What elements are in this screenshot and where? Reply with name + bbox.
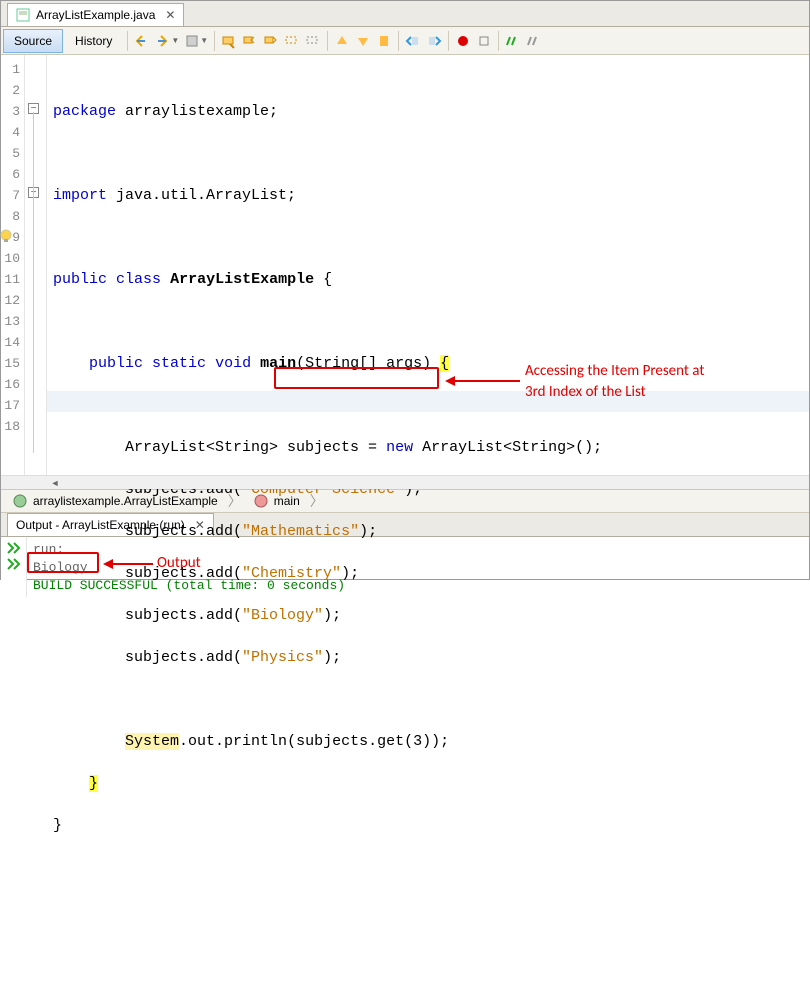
comment-icon[interactable] <box>503 31 523 51</box>
code-text: ; <box>440 733 449 750</box>
line-number: 14 <box>1 332 20 353</box>
refresh-icon[interactable] <box>182 31 202 51</box>
keyword: package <box>53 103 116 120</box>
mark-icon[interactable] <box>303 31 323 51</box>
code-text: ArrayList<String> subjects = <box>125 439 386 456</box>
brace-highlight: { <box>440 355 449 372</box>
next-bookmark-icon[interactable] <box>353 31 373 51</box>
find-icon[interactable] <box>219 31 239 51</box>
find-prev-icon[interactable] <box>240 31 260 51</box>
arrow-icon <box>103 557 153 571</box>
line-number: 17 <box>1 395 20 416</box>
line-number: 13 <box>1 311 20 332</box>
separator <box>398 31 399 51</box>
history-button[interactable]: History <box>64 29 123 53</box>
fold-gutter: − − <box>25 55 47 475</box>
line-number: 9 <box>1 227 20 248</box>
editor-toolbar: Source History ▼ ▼ <box>1 27 809 55</box>
keyword: public <box>53 271 107 288</box>
line-number: 3 <box>1 101 20 122</box>
string-literal: "Biology" <box>242 607 323 624</box>
code-area[interactable]: package arraylistexample; import java.ut… <box>47 55 809 475</box>
code-text: (subjects.get(3)) <box>287 733 440 750</box>
find-next-icon[interactable] <box>261 31 281 51</box>
dropdown-icon[interactable]: ▼ <box>171 36 179 45</box>
source-button[interactable]: Source <box>3 29 63 53</box>
keyword: void <box>215 355 251 372</box>
scroll-left-icon[interactable]: ◄ <box>47 476 63 490</box>
code-text: java.util.ArrayList; <box>107 187 296 204</box>
shift-left-icon[interactable] <box>403 31 423 51</box>
string-literal: "Physics" <box>242 649 323 666</box>
line-number: 11 <box>1 269 20 290</box>
dropdown-icon[interactable]: ▼ <box>200 36 208 45</box>
annotation-label: Accessing the Item Present at 3rd Index … <box>525 361 704 403</box>
file-tab-label: ArrayListExample.java <box>36 8 155 22</box>
prev-bookmark-icon[interactable] <box>332 31 352 51</box>
line-number: 6 <box>1 164 20 185</box>
line-number: 1 <box>1 59 20 80</box>
file-tab[interactable]: ArrayListExample.java ✕ <box>7 3 184 26</box>
stop-macro-icon[interactable] <box>474 31 494 51</box>
code-editor[interactable]: 1 2 3 4 5 6 7 8 9 10 11 12 13 14 15 16 1… <box>1 55 809 475</box>
fold-line <box>33 112 34 453</box>
code-text: .out.println <box>179 733 287 750</box>
line-gutter: 1 2 3 4 5 6 7 8 9 10 11 12 13 14 15 16 1… <box>1 55 25 475</box>
arrow-icon <box>445 374 520 388</box>
java-file-icon <box>16 8 30 22</box>
output-gutter <box>1 537 27 597</box>
code-text: (String[] args) <box>296 355 440 372</box>
shift-right-icon[interactable] <box>424 31 444 51</box>
run-icon[interactable] <box>6 541 22 555</box>
brace-highlight: } <box>89 775 98 792</box>
record-macro-icon[interactable] <box>453 31 473 51</box>
line-number: 2 <box>1 80 20 101</box>
code-text: System <box>125 733 179 750</box>
lightbulb-icon[interactable] <box>0 229 13 243</box>
line-number: 10 <box>1 248 20 269</box>
separator <box>327 31 328 51</box>
line-number: 15 <box>1 353 20 374</box>
line-number: 5 <box>1 143 20 164</box>
keyword: import <box>53 187 107 204</box>
close-icon[interactable]: ✕ <box>165 8 175 22</box>
line-number: 18 <box>1 416 20 437</box>
highlight-icon[interactable] <box>282 31 302 51</box>
line-number: 12 <box>1 290 20 311</box>
line-number: 16 <box>1 374 20 395</box>
code-text: ); <box>323 649 341 666</box>
horizontal-scrollbar[interactable]: ◄ <box>1 475 809 489</box>
code-text: { <box>314 271 332 288</box>
code-text: ArrayList<String>(); <box>413 439 602 456</box>
file-tabbar: ArrayListExample.java ✕ <box>1 1 809 27</box>
nav-back-icon[interactable] <box>132 31 152 51</box>
nav-fwd-icon[interactable] <box>153 31 173 51</box>
separator <box>214 31 215 51</box>
separator <box>498 31 499 51</box>
code-text: subjects.add( <box>125 607 242 624</box>
output-content[interactable]: run: Biology BUILD SUCCESSFUL (total tim… <box>27 537 809 597</box>
class-icon <box>13 494 27 508</box>
rerun-icon[interactable] <box>6 557 22 571</box>
separator <box>448 31 449 51</box>
toggle-bookmark-icon[interactable] <box>374 31 394 51</box>
keyword: new <box>386 439 413 456</box>
output-panel: run: Biology BUILD SUCCESSFUL (total tim… <box>1 537 809 597</box>
separator <box>127 31 128 51</box>
line-number: 8 <box>1 206 20 227</box>
code-text: arraylistexample; <box>116 103 278 120</box>
code-text: ); <box>323 607 341 624</box>
line-number: 7 <box>1 185 20 206</box>
keyword: static <box>152 355 206 372</box>
code-text: subjects.add( <box>125 649 242 666</box>
line-number: 4 <box>1 122 20 143</box>
method-name: main <box>260 355 296 372</box>
keyword: public <box>89 355 143 372</box>
uncomment-icon[interactable] <box>524 31 544 51</box>
code-text: } <box>53 817 62 834</box>
annotation-label: Output <box>157 554 201 572</box>
class-name: ArrayListExample <box>170 271 314 288</box>
keyword: class <box>116 271 161 288</box>
